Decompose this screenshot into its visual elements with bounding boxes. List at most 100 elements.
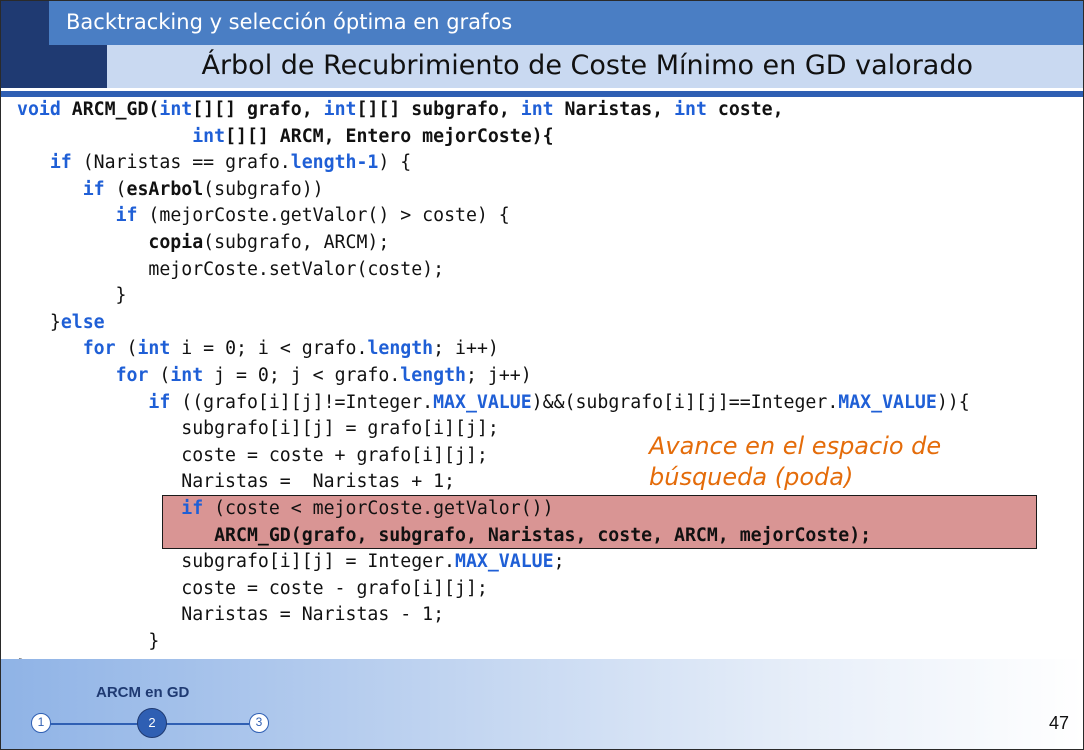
code-token: (Naristas == grafo. bbox=[71, 152, 291, 174]
code-line: if (Naristas == grafo.length-1) { bbox=[17, 150, 970, 177]
code-token: [][] subgrafo, bbox=[356, 99, 521, 120]
nav-connector-2 bbox=[165, 723, 249, 725]
code-token: copia bbox=[148, 231, 204, 253]
code-token: int bbox=[323, 99, 357, 120]
code-token: length bbox=[367, 338, 434, 360]
code-token: ; i++) bbox=[433, 338, 499, 360]
code-token: int bbox=[674, 99, 707, 120]
code-line: if (mejorCoste.getValor() > coste) { bbox=[17, 203, 970, 230]
code-token: int bbox=[192, 125, 226, 147]
code-token: if bbox=[82, 178, 105, 200]
code-token: if bbox=[181, 497, 204, 519]
nav-step-1[interactable]: 1 bbox=[31, 713, 51, 733]
code-line: for (int j = 0; j < grafo.length; j++) bbox=[17, 363, 970, 390]
code-token: [][] grafo, bbox=[192, 99, 324, 120]
code-line: coste = coste - grafo[i][j]; bbox=[17, 576, 970, 603]
code-token: ; j++) bbox=[466, 364, 532, 386]
code-line: }else bbox=[17, 310, 970, 337]
code-token: coste, bbox=[706, 99, 784, 120]
code-token: coste = coste + grafo[i][j]; bbox=[17, 444, 488, 466]
nav-connector-1 bbox=[47, 723, 139, 725]
code-token: length bbox=[400, 364, 466, 386]
nav-section-label: ARCM en GD bbox=[96, 684, 190, 701]
code-token: for bbox=[115, 364, 149, 386]
code-token: (subgrafo)) bbox=[203, 178, 324, 200]
code-token: subgrafo[i][j] = Integer. bbox=[17, 551, 455, 573]
code-token: ( bbox=[104, 178, 127, 200]
code-token: ARCM_GD( bbox=[71, 99, 160, 120]
code-line: copia(subgrafo, ARCM); bbox=[17, 230, 970, 257]
code-token: if bbox=[148, 391, 171, 413]
code-token: (subgrafo, ARCM); bbox=[203, 231, 390, 253]
header-left-block bbox=[1, 1, 49, 88]
annotation-line-2: búsqueda (poda) bbox=[649, 463, 854, 491]
header-subtitle-block bbox=[49, 45, 107, 88]
code-token: if bbox=[49, 152, 72, 174]
code-line: } bbox=[17, 629, 970, 656]
code-token: ) { bbox=[378, 152, 412, 174]
code-token: ( bbox=[148, 364, 171, 386]
code-token: subgrafo[i][j] = grafo[i][j]; bbox=[17, 418, 499, 440]
code-token: int bbox=[170, 364, 204, 386]
code-token: (mejorCoste.getValor() > coste) { bbox=[137, 205, 510, 227]
slide-section-title: Backtracking y selección óptima en grafo… bbox=[66, 10, 513, 34]
code-token: [][] ARCM, Entero mejorCoste){ bbox=[225, 125, 554, 147]
code-token: )){ bbox=[936, 391, 970, 413]
code-token: esArbol bbox=[126, 178, 204, 200]
slide-title: Árbol de Recubrimiento de Coste Mínimo e… bbox=[201, 50, 973, 81]
code-token: ARCM_GD(grafo, subgrafo, Naristas, coste… bbox=[214, 524, 872, 546]
code-line: ARCM_GD(grafo, subgrafo, Naristas, coste… bbox=[17, 523, 970, 550]
annotation-line-1: Avance en el espacio de bbox=[649, 432, 942, 460]
code-token: mejorCoste.setValor(coste); bbox=[17, 258, 445, 280]
code-line: mejorCoste.setValor(coste); bbox=[17, 257, 970, 284]
code-token: Naristas = Naristas - 1; bbox=[17, 604, 445, 626]
code-token: } bbox=[17, 630, 160, 652]
code-line: void ARCM_GD(int[][] grafo, int[][] subg… bbox=[17, 97, 970, 124]
code-line: if ((grafo[i][j]!=Integer.MAX_VALUE)&&(s… bbox=[17, 390, 970, 417]
code-line: subgrafo[i][j] = Integer.MAX_VALUE; bbox=[17, 549, 970, 576]
code-token: i = 0; i < grafo. bbox=[170, 338, 368, 360]
code-block: void ARCM_GD(int[][] grafo, int[][] subg… bbox=[17, 97, 970, 682]
code-token: int bbox=[520, 99, 554, 120]
code-token: else bbox=[60, 311, 105, 333]
code-token: void bbox=[17, 99, 61, 120]
code-token: ; bbox=[553, 551, 565, 573]
code-line: Naristas = Naristas - 1; bbox=[17, 602, 970, 629]
code-token: length-1 bbox=[290, 152, 379, 174]
code-token: int bbox=[159, 99, 193, 120]
code-token: int bbox=[137, 338, 171, 360]
code-token: (coste < mejorCoste.getValor()) bbox=[203, 497, 554, 519]
code-line: int[][] ARCM, Entero mejorCoste){ bbox=[17, 124, 970, 151]
code-line: } bbox=[17, 283, 970, 310]
footer-band bbox=[1, 659, 1083, 749]
nav-step-3[interactable]: 3 bbox=[249, 713, 269, 733]
code-line: if (coste < mejorCoste.getValor()) bbox=[17, 496, 970, 523]
page-number: 47 bbox=[1048, 713, 1069, 733]
code-token: Naristas = Naristas + 1; bbox=[17, 471, 455, 493]
code-token: MAX_VALUE bbox=[433, 391, 532, 413]
code-token: } bbox=[17, 285, 127, 307]
code-token: Naristas, bbox=[553, 99, 675, 120]
code-token: j = 0; j < grafo. bbox=[203, 364, 401, 386]
code-token: )&&(subgrafo[i][j]==Integer. bbox=[531, 391, 839, 413]
code-token: coste = coste - grafo[i][j]; bbox=[17, 577, 488, 599]
code-token: if bbox=[115, 205, 138, 227]
nav-step-2-active[interactable]: 2 bbox=[137, 708, 167, 738]
pruning-annotation: Avance en el espacio de búsqueda (poda) bbox=[649, 431, 979, 493]
code-token: for bbox=[82, 338, 116, 360]
code-line: for (int i = 0; i < grafo.length; i++) bbox=[17, 336, 970, 363]
code-token: MAX_VALUE bbox=[838, 391, 937, 413]
code-line: if (esArbol(subgrafo)) bbox=[17, 177, 970, 204]
code-token: ( bbox=[115, 338, 138, 360]
